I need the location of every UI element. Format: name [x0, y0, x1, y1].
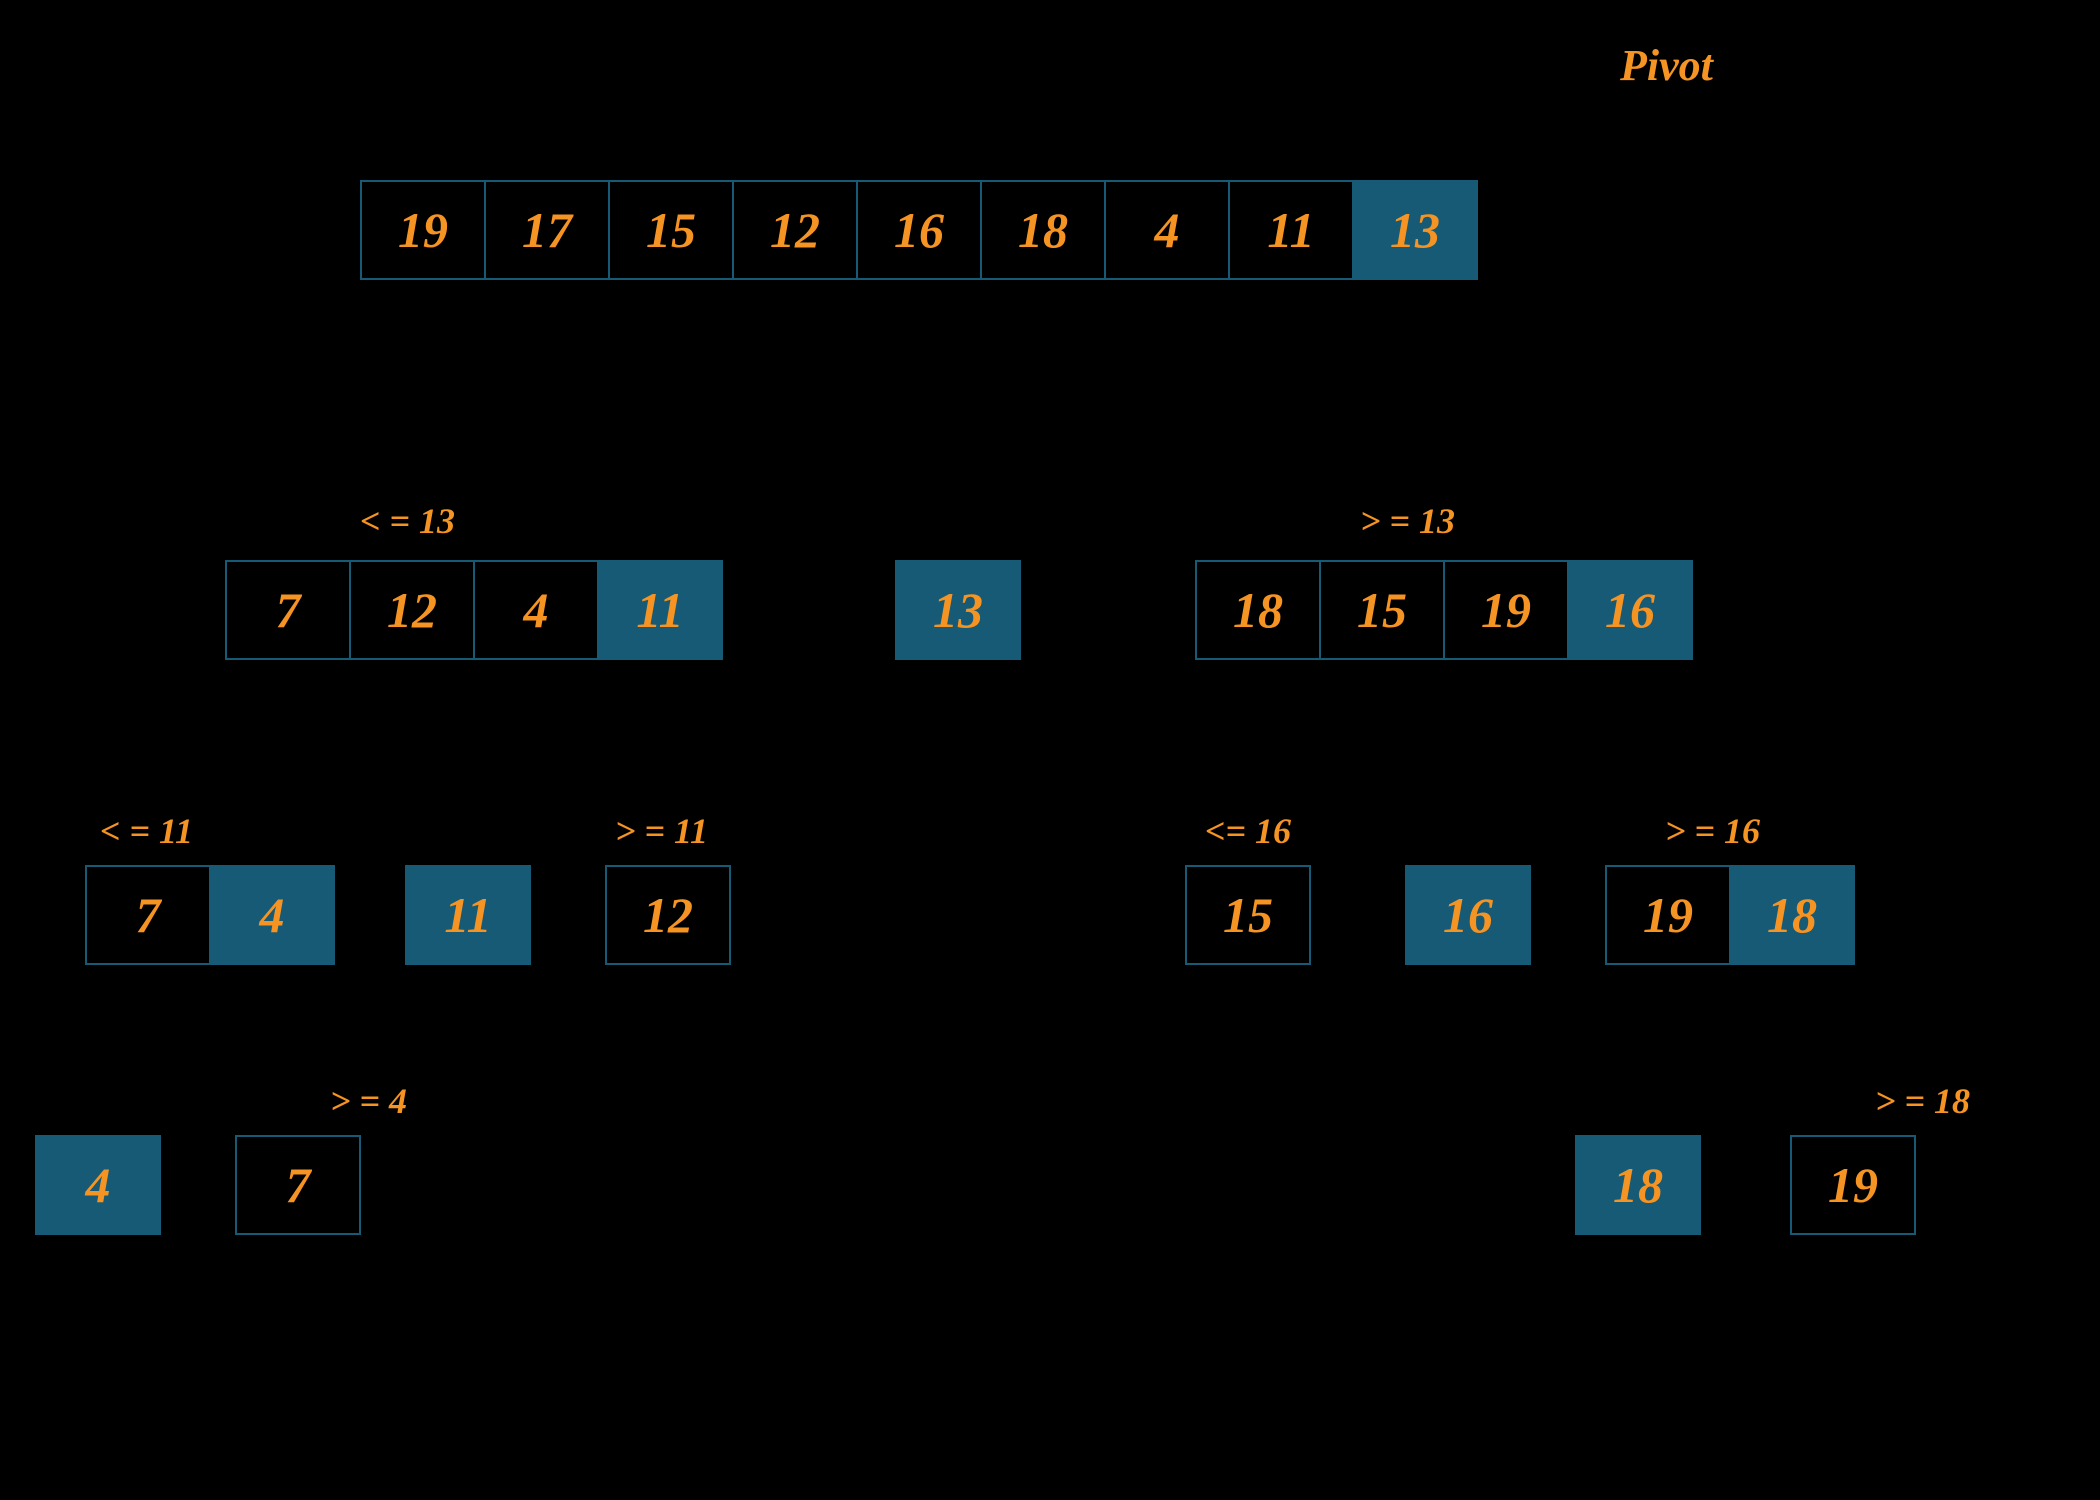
level2-r-mid: 16 — [1405, 865, 1531, 965]
cell: 15 — [608, 180, 734, 280]
label-ge-4: > = 4 — [330, 1080, 407, 1122]
level0-array: 19 17 15 12 16 18 4 11 13 — [360, 180, 1478, 280]
cell: 19 — [360, 180, 486, 280]
label-le-11: < = 11 — [100, 810, 193, 852]
level3-rr-right-array: 19 — [1790, 1135, 1916, 1235]
label-le-13: < = 13 — [360, 500, 455, 542]
label-ge-13: > = 13 — [1360, 500, 1455, 542]
level2-rr-array: 19 18 — [1605, 865, 1855, 965]
cell: 19 — [1790, 1135, 1916, 1235]
cell: 19 — [1443, 560, 1569, 660]
label-le-16: <= 16 — [1205, 810, 1291, 852]
cell: 18 — [1195, 560, 1321, 660]
cell-pivot: 16 — [1567, 560, 1693, 660]
cell: 4 — [1104, 180, 1230, 280]
cell: 12 — [732, 180, 858, 280]
cell-pivot: 18 — [1729, 865, 1855, 965]
pivot-title: Pivot — [1620, 40, 1713, 91]
cell-pivot: 4 — [209, 865, 335, 965]
level3-ll-left: 4 — [35, 1135, 161, 1235]
level3-ll-right-array: 7 — [235, 1135, 361, 1235]
label-ge-16: > = 16 — [1665, 810, 1760, 852]
cell: 18 — [980, 180, 1106, 280]
cell: 4 — [473, 560, 599, 660]
cell: 7 — [85, 865, 211, 965]
cell: 12 — [605, 865, 731, 965]
level2-lr-array: 12 — [605, 865, 731, 965]
cell: 7 — [225, 560, 351, 660]
cell-pivot: 13 — [1352, 180, 1478, 280]
label-ge-11: > = 11 — [615, 810, 708, 852]
cell: 11 — [1228, 180, 1354, 280]
cell: 16 — [856, 180, 982, 280]
cell: 15 — [1319, 560, 1445, 660]
cell: 19 — [1605, 865, 1731, 965]
cell-pivot: 11 — [597, 560, 723, 660]
level1-left-array: 7 12 4 11 — [225, 560, 723, 660]
level3-rr-left: 18 — [1575, 1135, 1701, 1235]
level1-mid: 13 — [895, 560, 1021, 660]
cell: 12 — [349, 560, 475, 660]
level1-right-array: 18 15 19 16 — [1195, 560, 1693, 660]
cell: 15 — [1185, 865, 1311, 965]
label-ge-18: > = 18 — [1875, 1080, 1970, 1122]
cell: 7 — [235, 1135, 361, 1235]
level2-ll-array: 7 4 — [85, 865, 335, 965]
level2-rl-array: 15 — [1185, 865, 1311, 965]
cell: 17 — [484, 180, 610, 280]
level2-l-mid: 11 — [405, 865, 531, 965]
